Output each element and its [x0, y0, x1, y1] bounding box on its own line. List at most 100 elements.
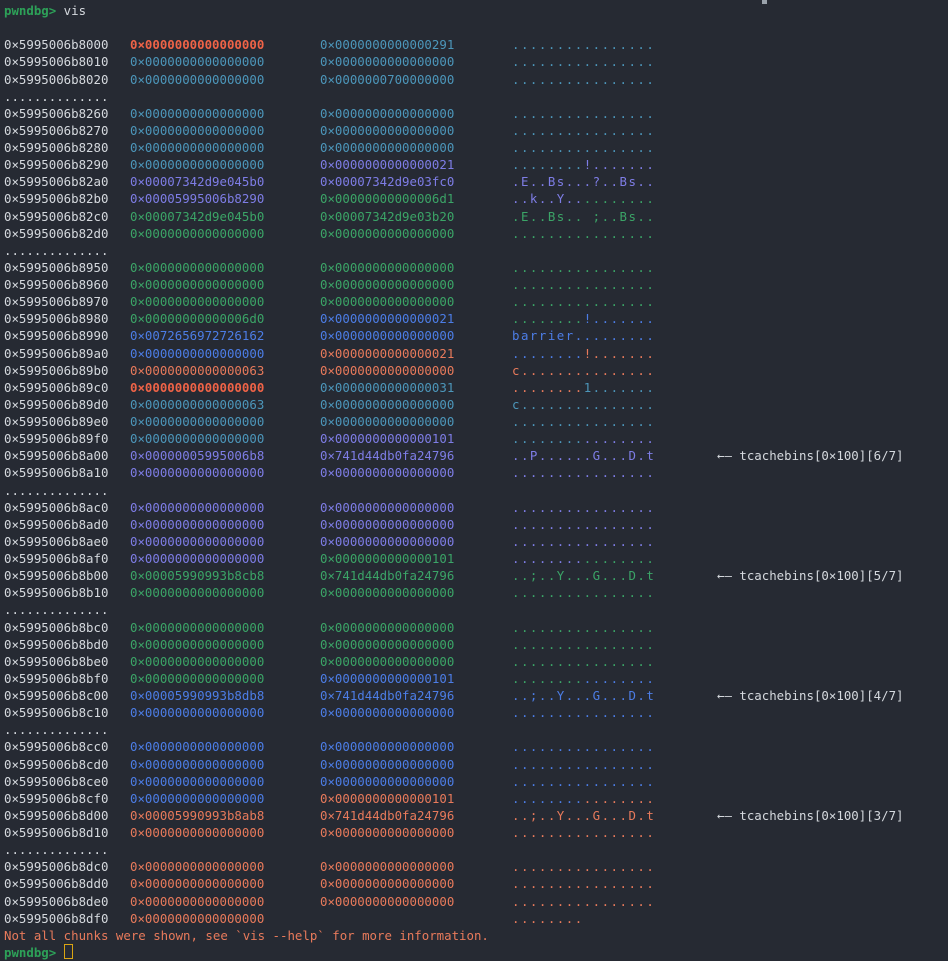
ascii-segment: ................ — [512, 620, 655, 635]
ascii-segment: ........ — [584, 191, 656, 206]
ascii-segment: ..k..Y.. — [512, 191, 584, 206]
qword-value-2: 0×0000000000000000 — [320, 584, 454, 601]
memory-row: 0×5995006b8ad00×00000000000000000×000000… — [0, 516, 948, 533]
memory-row: 0×5995006b8df00×0000000000000000........ — [0, 910, 948, 927]
qword-value-2: 0×741d44db0fa24796 — [320, 447, 454, 464]
ellipsis-text: .............. — [4, 601, 108, 618]
qword-value-1: 0×0000000000000000 — [130, 413, 264, 430]
tcachebin-annotation: ←— tcachebins[0×100][5/7] — [717, 567, 904, 584]
qword-value-2: 0×0000000000000000 — [320, 105, 454, 122]
qword-value-2: 0×0000000000000000 — [320, 824, 454, 841]
ascii-preview: ........!....... — [512, 310, 655, 327]
memory-row: 0×5995006b89f00×00000000000000000×000000… — [0, 430, 948, 447]
tcachebin-annotation: ←— tcachebins[0×100][4/7] — [717, 687, 904, 704]
qword-value-2: 0×0000000000000000 — [320, 738, 454, 755]
qword-value-2: 0×0000000000000000 — [320, 259, 454, 276]
qword-value-1: 0×00005990993b8ab8 — [130, 807, 264, 824]
ascii-segment: ................ — [512, 825, 655, 840]
ascii-preview: ................ — [512, 430, 655, 447]
ascii-segment: ..;..Y...G...D.t — [512, 808, 655, 823]
qword-value-1: 0×0000000000000000 — [130, 53, 264, 70]
memory-row: 0×5995006b8ce00×00000000000000000×000000… — [0, 773, 948, 790]
ascii-preview: c............... — [512, 362, 655, 379]
qword-value-2: 0×00007342d9e03fc0 — [320, 173, 454, 190]
qword-value-1: 0×0000000000000000 — [130, 156, 264, 173]
truncation-ellipsis: .............. — [0, 482, 948, 499]
input-line[interactable]: pwndbg> — [0, 944, 948, 961]
memory-row: 0×5995006b8b000×00005990993b8cb80×741d44… — [0, 567, 948, 584]
terminal-cursor[interactable] — [64, 944, 73, 959]
address: 0×5995006b8270 — [4, 122, 108, 139]
address: 0×5995006b8980 — [4, 310, 108, 327]
ellipsis-text: .............. — [4, 88, 108, 105]
address: 0×5995006b8000 — [4, 36, 108, 53]
warning-line: Not all chunks were shown, see `vis --he… — [0, 927, 948, 944]
memory-row: 0×5995006b8bc00×00000000000000000×000000… — [0, 619, 948, 636]
address: 0×5995006b8c10 — [4, 704, 108, 721]
memory-row: 0×5995006b8bf00×00000000000000000×000000… — [0, 670, 948, 687]
address: 0×5995006b8df0 — [4, 910, 108, 927]
qword-value-1: 0×0000000000000000 — [130, 893, 264, 910]
address: 0×5995006b8d10 — [4, 824, 108, 841]
prompt-line[interactable]: pwndbg> — [4, 944, 73, 961]
qword-value-2: 0×00000000000006d1 — [320, 190, 454, 207]
address: 0×5995006b8bf0 — [4, 670, 108, 687]
qword-value-1: 0×0000000000000000 — [130, 122, 264, 139]
qword-value-2: 0×0000000000000000 — [320, 122, 454, 139]
address: 0×5995006b8b00 — [4, 567, 108, 584]
ascii-segment: ................ — [512, 637, 655, 652]
tcachebin-annotation: ←— tcachebins[0×100][6/7] — [717, 447, 904, 464]
memory-row: 0×5995006b8d000×00005990993b8ab80×741d44… — [0, 807, 948, 824]
address: 0×5995006b8cc0 — [4, 738, 108, 755]
address: 0×5995006b89d0 — [4, 396, 108, 413]
address: 0×5995006b82c0 — [4, 208, 108, 225]
ascii-preview: ................ — [512, 738, 655, 755]
ascii-segment: ........ — [512, 551, 584, 566]
memory-row: 0×5995006b82a00×00007342d9e045b00×000073… — [0, 173, 948, 190]
qword-value-2: 0×0000000000000101 — [320, 550, 454, 567]
ellipsis-text: .............. — [4, 841, 108, 858]
ascii-segment: .E..Bs...?..Bs.. — [512, 174, 655, 189]
ascii-segment: ........ — [512, 157, 584, 172]
memory-row: 0×5995006b8b100×00000000000000000×000000… — [0, 584, 948, 601]
qword-value-1: 0×00005990993b8cb8 — [130, 567, 264, 584]
ascii-segment: ........ — [512, 431, 584, 446]
address: 0×5995006b8cf0 — [4, 790, 108, 807]
ascii-segment: ................ — [512, 277, 655, 292]
qword-value-2: 0×0000000000000000 — [320, 533, 454, 550]
ascii-segment: ........ — [512, 791, 584, 806]
space — [56, 945, 63, 960]
ascii-preview: ................ — [512, 893, 655, 910]
qword-value-2: 0×0000000000000000 — [320, 619, 454, 636]
ascii-preview: ................ — [512, 139, 655, 156]
ascii-preview: ................ — [512, 293, 655, 310]
ascii-segment: c............... — [512, 397, 655, 412]
qword-value-1: 0×00005990993b8db8 — [130, 687, 264, 704]
truncation-ellipsis: .............. — [0, 841, 948, 858]
ascii-segment: ................ — [512, 140, 655, 155]
memory-row: 0×5995006b82900×00000000000000000×000000… — [0, 156, 948, 173]
qword-value-2: 0×0000000000000021 — [320, 156, 454, 173]
ascii-preview: ................ — [512, 619, 655, 636]
qword-value-2: 0×741d44db0fa24796 — [320, 807, 454, 824]
memory-row: 0×5995006b8bd00×00000000000000000×000000… — [0, 636, 948, 653]
memory-row: 0×5995006b80100×00000000000000000×000000… — [0, 53, 948, 70]
qword-value-1: 0×0000000000000000 — [130, 516, 264, 533]
memory-row: 0×5995006b8dd00×00000000000000000×000000… — [0, 875, 948, 892]
address: 0×5995006b89b0 — [4, 362, 108, 379]
qword-value-2: 0×0000000000000000 — [320, 464, 454, 481]
qword-value-2: 0×0000000000000000 — [320, 499, 454, 516]
ascii-segment: !....... — [584, 157, 656, 172]
qword-value-2: 0×0000000000000000 — [320, 413, 454, 430]
ascii-segment: ................ — [512, 414, 655, 429]
memory-row: 0×5995006b8cc00×00000000000000000×000000… — [0, 738, 948, 755]
ascii-preview: ........ — [512, 910, 584, 927]
qword-value-1: 0×0000000000000000 — [130, 824, 264, 841]
warning-message: Not all chunks were shown, see `vis --he… — [4, 927, 489, 944]
ascii-preview: ................ — [512, 704, 655, 721]
memory-row: 0×5995006b89500×00000000000000000×000000… — [0, 259, 948, 276]
ascii-segment: ..P......G...D.t — [512, 448, 655, 463]
qword-value-1: 0×0000000000000063 — [130, 396, 264, 413]
qword-value-2: 0×0000000000000000 — [320, 653, 454, 670]
qword-value-2: 0×741d44db0fa24796 — [320, 687, 454, 704]
